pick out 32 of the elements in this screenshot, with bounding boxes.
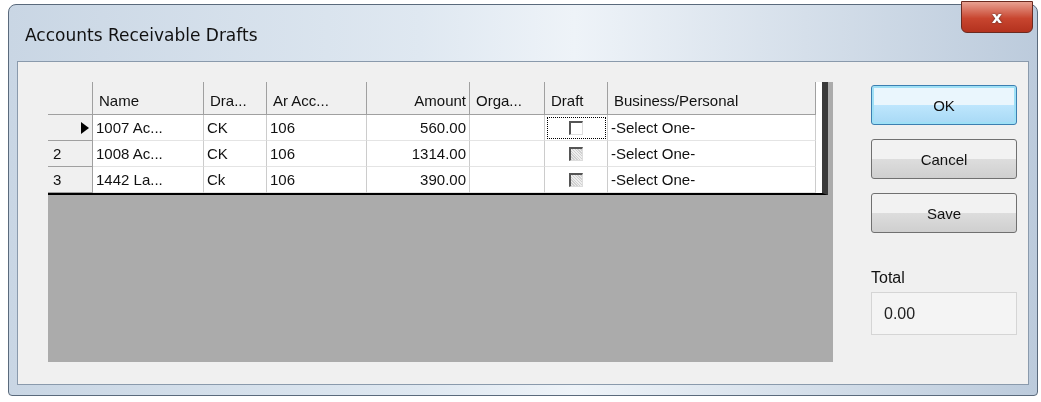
dropdown-cell[interactable]: -Select One- (608, 141, 816, 167)
column-header: Business/Personal (608, 82, 816, 115)
table-cell: 560.00 (367, 115, 470, 141)
column-header: Dra... (204, 82, 267, 115)
table-cell: 1007 Ac... (93, 115, 204, 141)
table-cell: 390.00 (367, 167, 470, 193)
dropdown-cell[interactable]: -Select One- (608, 167, 816, 193)
dialog-button[interactable]: Cancel (871, 139, 1017, 179)
close-button[interactable]: x (961, 1, 1033, 33)
table-cell: Ck (204, 167, 267, 193)
window-title: Accounts Receivable Drafts (25, 25, 258, 45)
total-label: Total (871, 269, 906, 287)
draft-checkbox[interactable] (569, 120, 583, 135)
column-header: Draft (545, 82, 608, 115)
table-cell: 106 (267, 115, 367, 141)
row-number: 2 (53, 143, 62, 164)
total-field: 0.00 (871, 292, 1017, 335)
table-cell: 1008 Ac... (93, 141, 204, 167)
column-header: Amount (367, 82, 470, 115)
dialog-button[interactable]: OK (871, 85, 1017, 125)
row-number: 3 (53, 169, 62, 190)
table-cell: CK (204, 115, 267, 141)
dropdown-cell[interactable]: -Select One- (608, 115, 816, 141)
table-cell: 106 (267, 141, 367, 167)
table-cell: 1314.00 (367, 141, 470, 167)
table-cell: 1442 La... (93, 167, 204, 193)
column-header: Ar Acc... (267, 82, 367, 115)
column-header: Name (93, 82, 204, 115)
dialog-button[interactable]: Save (871, 193, 1017, 233)
column-header: Orga... (470, 82, 545, 115)
table-cell: 106 (267, 167, 367, 193)
table-cell: CK (204, 141, 267, 167)
